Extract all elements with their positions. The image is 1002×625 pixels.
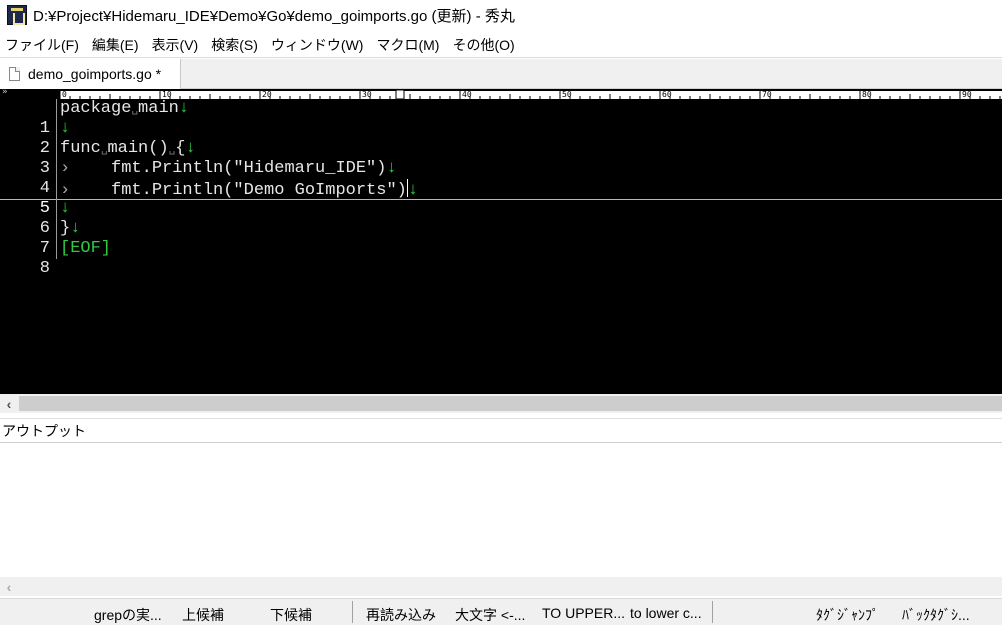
fkey-grep[interactable]: grepの実... <box>94 605 162 625</box>
token: { <box>175 139 186 158</box>
ruler-ticks: 0 10 20 30 40 50 60 70 80 90 <box>59 89 1002 99</box>
ruler-label: 60 <box>662 90 672 99</box>
gutter-separator <box>56 219 57 239</box>
menu-search[interactable]: 検索(S) <box>205 35 265 55</box>
eof-mark: [EOF] <box>60 239 112 258</box>
app-icon[interactable] <box>7 5 27 25</box>
newline-mark: ↓ <box>60 119 71 138</box>
token: main <box>138 99 179 118</box>
ruler-band <box>60 91 1002 99</box>
ruler-label: 80 <box>862 90 872 99</box>
ruler-marker: » <box>2 89 8 97</box>
gutter-separator <box>56 139 57 159</box>
scrollbar-thumb[interactable] <box>19 396 1002 411</box>
newline-mark: ↓ <box>178 99 190 118</box>
code-text: ↓ <box>60 119 70 139</box>
code-line-3[interactable]: 3 func␣main()␣{↓ <box>0 139 1002 178</box>
fkey-tag-jump[interactable]: ﾀｸﾞｼﾞｬﾝﾌﾟ <box>816 605 879 625</box>
tab-mark: › <box>60 181 71 200</box>
fkey-back-tag-jump[interactable]: ﾊﾞｯｸﾀｸﾞｼ... <box>902 605 970 625</box>
menu-file[interactable]: ファイル(F) <box>0 35 86 55</box>
gutter-separator <box>56 99 57 119</box>
fkey-to-lower[interactable]: to lower c... <box>630 605 702 621</box>
ruler-label: 70 <box>762 90 772 99</box>
scroll-left-arrow-icon[interactable]: ‹ <box>0 577 18 596</box>
ruler-cursor-marker <box>395 89 405 99</box>
code-text: package␣main↓ <box>60 99 189 120</box>
tab-mark: › <box>60 159 71 178</box>
document-icon <box>9 67 20 81</box>
menu-bar: ファイル(F) 編集(E) 表示(V) 検索(S) ウィンドウ(W) マクロ(M… <box>0 32 1002 58</box>
function-key-bar: grepの実... 上候補 下候補 再読み込み 大文字 <-... TO UPP… <box>0 598 1002 625</box>
gutter-separator <box>56 159 57 179</box>
menu-view[interactable]: 表示(V) <box>146 35 206 55</box>
gutter-separator <box>56 239 57 259</box>
column-ruler: 0 10 20 30 40 50 60 70 80 90 » <box>0 89 1002 99</box>
menu-edit[interactable]: 編集(E) <box>86 35 146 55</box>
tab-bar: demo_goimports.go * <box>0 59 1002 89</box>
ruler-label: 0 <box>62 90 67 99</box>
fkey-next-candidate[interactable]: 下候補 <box>270 605 312 625</box>
code-line-2[interactable]: 2 ↓ <box>0 119 1002 158</box>
code-text: ↓ <box>60 199 70 219</box>
token: } <box>60 219 71 238</box>
ruler-label: 20 <box>262 90 272 99</box>
output-title: アウトプット <box>2 422 86 439</box>
scroll-left-arrow-icon[interactable]: ‹ <box>0 394 18 413</box>
newline-mark: ↓ <box>70 219 81 238</box>
ruler-label: 50 <box>562 90 572 99</box>
code-text: func␣main()␣{↓ <box>60 139 196 160</box>
ruler-label: 40 <box>462 90 472 99</box>
title-bar: D:¥Project¥Hidemaru_IDE¥Demo¥Go¥demo_goi… <box>0 0 1002 30</box>
ruler-label: 10 <box>162 90 172 99</box>
editor-horizontal-scrollbar[interactable]: ‹ <box>0 394 1002 413</box>
ruler-label: 90 <box>962 90 972 99</box>
window-title: D:¥Project¥Hidemaru_IDE¥Demo¥Go¥demo_goi… <box>33 7 515 25</box>
code-line-5[interactable]: 5 › fmt.Println("Demo GoImports")↓ <box>0 179 1002 218</box>
token: package <box>60 99 132 118</box>
code-line-8[interactable]: 8 [EOF] <box>0 239 1002 278</box>
code-editor[interactable]: 0 10 20 30 40 50 60 70 80 90 » 1 package␣main↓ 2 … <box>0 89 1002 394</box>
code-line-4[interactable]: 4 › fmt.Println("Hidemaru_IDE")↓ <box>0 159 1002 198</box>
output-pane-body[interactable] <box>0 443 1002 577</box>
code-text: › fmt.Println("Hidemaru_IDE")↓ <box>60 159 397 179</box>
menu-macro[interactable]: マクロ(M) <box>370 35 446 55</box>
fkey-separator <box>712 601 713 623</box>
fkey-case-toggle[interactable]: 大文字 <-... <box>455 605 525 625</box>
code-text: [EOF] <box>60 239 111 259</box>
code-line-1[interactable]: 1 package␣main↓ <box>0 99 1002 138</box>
tab-demo-goimports[interactable]: demo_goimports.go * <box>0 59 181 89</box>
token: fmt.Println("Hidemaru_IDE") <box>70 159 387 178</box>
gutter-separator <box>56 179 57 199</box>
gutter-separator <box>56 119 57 139</box>
newline-mark: ↓ <box>386 159 397 178</box>
token: fmt.Println("Demo GoImports") <box>70 181 407 200</box>
fkey-to-upper[interactable]: TO UPPER... <box>542 605 625 621</box>
fkey-prev-candidate[interactable]: 上候補 <box>182 605 224 625</box>
newline-mark: ↓ <box>185 139 196 158</box>
menu-window[interactable]: ウィンドウ(W) <box>265 35 371 55</box>
code-line-7[interactable]: 7 }↓ <box>0 219 1002 258</box>
line-number: 8 <box>39 259 50 278</box>
newline-mark: ↓ <box>60 199 71 218</box>
fkey-reload[interactable]: 再読み込み <box>366 605 436 625</box>
code-text: › fmt.Println("Demo GoImports")↓ <box>60 179 418 201</box>
token: main() <box>107 139 169 158</box>
newline-mark: ↓ <box>407 181 419 200</box>
gutter-separator <box>56 199 57 219</box>
code-text: }↓ <box>60 219 80 239</box>
ruler-label: 30 <box>362 90 372 99</box>
tab-label: demo_goimports.go * <box>28 66 162 82</box>
output-pane-header: アウトプット <box>0 418 1002 443</box>
token: func <box>60 139 101 158</box>
output-horizontal-scrollbar[interactable]: ‹ <box>0 577 1002 596</box>
code-line-6[interactable]: 6 ↓ <box>0 199 1002 238</box>
menu-other[interactable]: その他(O) <box>446 35 521 55</box>
fkey-separator <box>352 601 353 623</box>
